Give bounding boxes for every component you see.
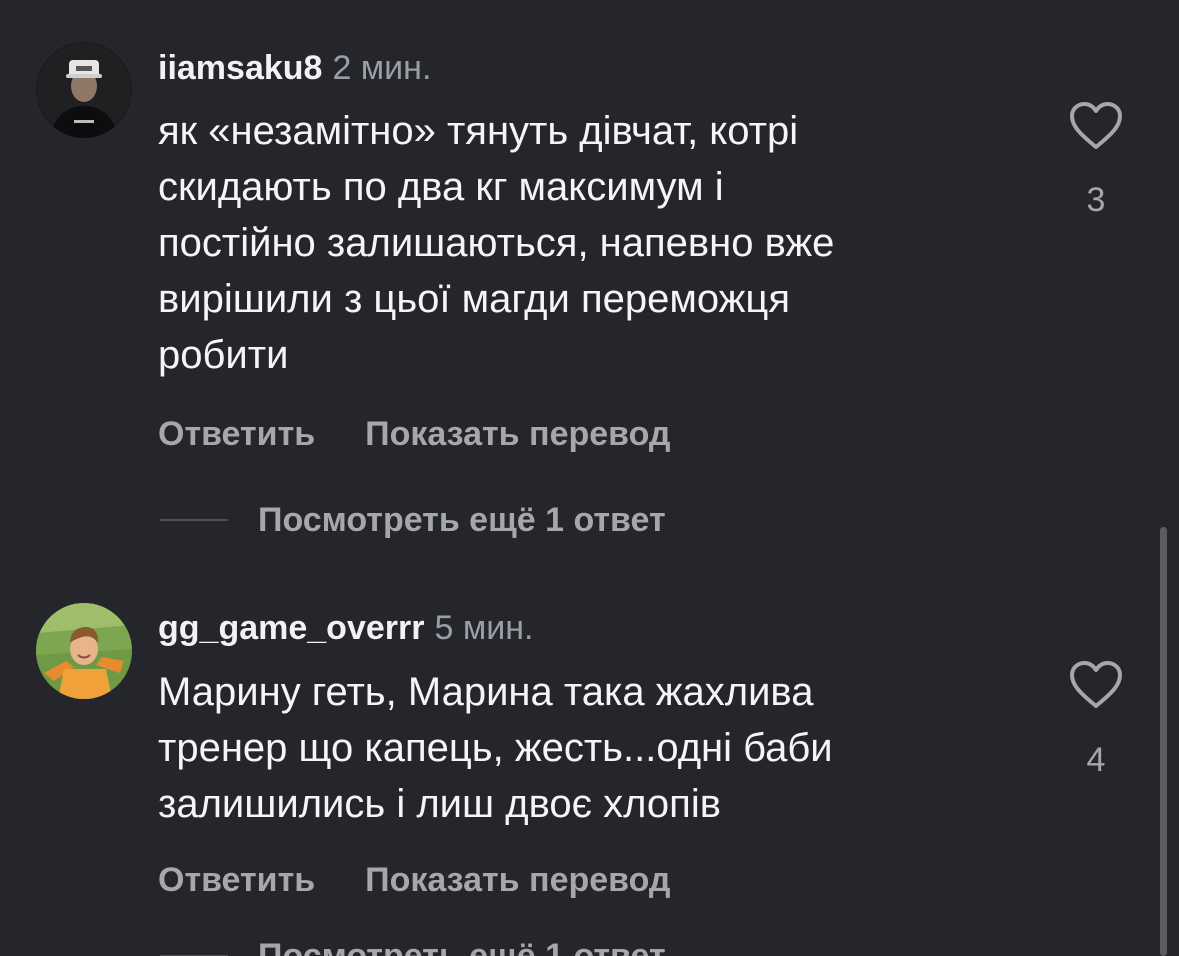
view-more-replies-button[interactable]: Посмотреть ещё 1 ответ [160,500,666,540]
timestamp: 2 мин. [332,49,432,87]
scrollbar[interactable] [1160,527,1167,956]
avatar[interactable] [36,603,132,699]
comment-actions: Ответить Показать перевод [158,860,671,907]
avatar[interactable] [36,42,132,138]
like-count: 3 [1086,181,1106,219]
reply-button[interactable]: Ответить [158,861,315,899]
divider-line [160,519,228,521]
view-more-replies-label: Посмотреть ещё 1 ответ [258,501,666,539]
heart-outline-icon [1070,102,1122,149]
heart-outline-icon [1070,661,1122,708]
show-translation-button[interactable]: Показать перевод [365,861,670,899]
comment-actions: Ответить Показать перевод [158,414,671,461]
show-translation-button[interactable]: Показать перевод [365,415,670,453]
username[interactable]: iiamsaku8 [158,49,322,87]
user-avatar-icon [36,42,132,138]
like-button[interactable] [1068,100,1124,152]
username[interactable]: gg_game_overrr [158,609,424,647]
user-avatar-icon [36,603,132,699]
comment-meta: iiamsaku8 2 мин. [158,48,431,95]
comment-meta: gg_game_overrr 5 мин. [158,608,533,655]
like-count: 4 [1086,741,1106,779]
view-more-replies-button[interactable]: Посмотреть ещё 1 ответ [160,936,666,956]
reply-button[interactable]: Ответить [158,415,315,453]
comment-text: Марину геть, Марина така жахлива тренер … [158,670,833,826]
view-more-replies-label: Посмотреть ещё 1 ответ [258,937,666,956]
timestamp: 5 мин. [434,609,534,647]
comments-screen: iiamsaku8 2 мин. як «незамітно» тянуть ді… [0,0,1179,956]
like-button[interactable] [1068,659,1124,711]
comment-text: як «незамітно» тянуть дівчат, котрі скид… [158,109,835,377]
